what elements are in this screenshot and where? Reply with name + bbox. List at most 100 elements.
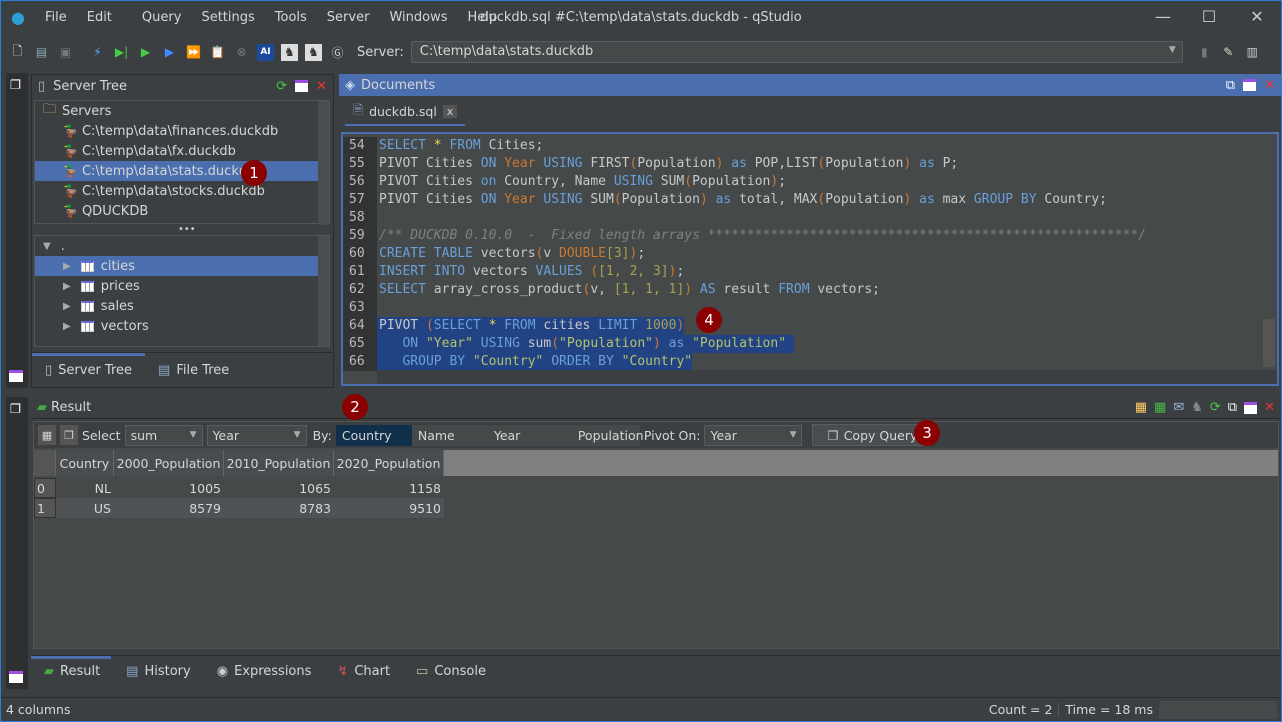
- duck-icon[interactable]: ♞: [1191, 400, 1203, 415]
- run-icon[interactable]: ▶: [137, 44, 154, 61]
- editor-vscrollbar[interactable]: [1263, 319, 1275, 367]
- tab-duckdb-sql[interactable]: 🗎 duckdb.sql x: [345, 99, 466, 126]
- tab-close-button[interactable]: x: [442, 105, 458, 118]
- column-header[interactable]: 2000_Population: [114, 450, 224, 476]
- run-all-icon[interactable]: ⏩: [185, 44, 202, 61]
- maximize-panel-icon[interactable]: [1244, 401, 1258, 414]
- server-copy-icon[interactable]: ▮: [1196, 44, 1213, 61]
- copy-icon[interactable]: ❐: [60, 425, 78, 445]
- code-line: 61 INSERT INTO vectors VALUES ([1, 2, 3])…: [343, 263, 1277, 281]
- by-column-item[interactable]: Year: [488, 425, 564, 446]
- tab-expressions[interactable]: ◉ Expressions: [204, 657, 325, 687]
- code-token: GROUP BY: [973, 192, 1045, 207]
- table-row[interactable]: 0 NL 1005 1065 1158: [34, 478, 444, 498]
- schema-scrollbar[interactable]: [318, 236, 329, 346]
- new-file-icon[interactable]: 🗋: [9, 44, 26, 61]
- export-icon[interactable]: ▦: [1135, 400, 1147, 415]
- minimize-button[interactable]: —: [1143, 7, 1183, 26]
- clipboard-icon[interactable]: 📋: [209, 44, 226, 61]
- tab-console[interactable]: ▭ Console: [403, 657, 499, 687]
- collapsed-triangle-icon[interactable]: ▶: [63, 261, 71, 272]
- by-column-item[interactable]: Country: [335, 424, 412, 446]
- tab-file-tree[interactable]: ▤ File Tree: [145, 355, 242, 385]
- menu-tools[interactable]: Tools: [265, 10, 317, 25]
- table-label: sales: [100, 298, 134, 314]
- by-column-item[interactable]: Name: [412, 425, 488, 446]
- code-token: USING: [543, 156, 591, 171]
- server-settings-icon[interactable]: ▥: [1244, 44, 1261, 61]
- editor-hscrollbar[interactable]: [377, 370, 1277, 384]
- pivot-on-select[interactable]: Year ▼: [704, 424, 803, 446]
- aggregate-select[interactable]: sum ▼: [124, 424, 203, 446]
- column-header[interactable]: 2020_Population: [334, 450, 444, 476]
- console-icon: ▭: [416, 664, 429, 679]
- server-item[interactable]: 🦆 C:\temp\data\finances.duckdb: [35, 121, 319, 141]
- run-selection-icon[interactable]: ▶: [161, 44, 178, 61]
- excel-icon[interactable]: ▦: [1154, 400, 1166, 415]
- table-row[interactable]: 1 US 8579 8783 9510: [34, 498, 444, 518]
- undock-icon[interactable]: ⧉: [1228, 400, 1237, 415]
- refresh-icon[interactable]: ⟳: [1210, 400, 1221, 415]
- run-line-icon[interactable]: ▶|: [113, 44, 130, 61]
- table-item[interactable]: ▶ vectors: [35, 316, 318, 336]
- tab-server-tree[interactable]: ▯ Server Tree: [32, 355, 145, 385]
- servers-scrollbar[interactable]: [318, 101, 329, 225]
- duck-alert-icon[interactable]: ♞: [281, 43, 298, 61]
- duck-add-icon[interactable]: ♞: [305, 43, 322, 61]
- undock-icon[interactable]: ⧉: [1226, 78, 1235, 93]
- code-editor[interactable]: 54 SELECT * FROM Cities; 55 PIVOT Cities ON…: [341, 132, 1279, 386]
- close-panel-icon[interactable]: ✕: [316, 79, 327, 94]
- maximize-panel-icon[interactable]: [295, 80, 309, 92]
- by-column-item[interactable]: Population: [564, 425, 644, 446]
- column-header[interactable]: 2010_Population: [224, 450, 334, 476]
- collapsed-triangle-icon[interactable]: ▶: [63, 301, 71, 312]
- connect-icon[interactable]: ⚡: [89, 44, 106, 61]
- dock-restore-icon[interactable]: [9, 671, 23, 683]
- server-item[interactable]: 🦆 C:\temp\data\stocks.duckdb: [35, 181, 319, 201]
- server-select[interactable]: C:\temp\data\stats.duckdb ▼: [410, 41, 1183, 63]
- menu-windows[interactable]: Windows: [379, 10, 457, 25]
- server-item[interactable]: 🦆 C:\temp\data\fx.duckdb: [35, 141, 319, 161]
- close-panel-icon[interactable]: ✕: [1264, 400, 1275, 415]
- table-item[interactable]: ▶ cities: [35, 256, 318, 276]
- email-icon[interactable]: ✉: [1173, 400, 1184, 415]
- tab-history[interactable]: ▤ History: [113, 657, 204, 687]
- aggregate-column-select[interactable]: Year ▼: [206, 424, 307, 446]
- close-button[interactable]: ✕: [1237, 7, 1277, 26]
- save-icon[interactable]: ▣: [57, 44, 74, 61]
- schema-root[interactable]: ▼.: [35, 236, 329, 256]
- server-item[interactable]: 🦆 C:\temp\data\stats.duckdb: [35, 161, 319, 181]
- table-cell: US: [93, 500, 111, 516]
- tab-result[interactable]: ▰ Result: [31, 657, 113, 687]
- server-item[interactable]: 🦆 QDUCKDB: [35, 201, 319, 221]
- splitter-handle[interactable]: •••: [178, 224, 196, 235]
- tab-chart[interactable]: ↯ Chart: [324, 657, 403, 687]
- collapsed-triangle-icon[interactable]: ▶: [63, 281, 71, 292]
- collapsed-triangle-icon[interactable]: ▶: [63, 321, 71, 332]
- table-item[interactable]: ▶ sales: [35, 296, 318, 316]
- table-view-icon[interactable]: ▦: [38, 425, 56, 445]
- copy-query-button[interactable]: ❐ Copy Query: [812, 424, 931, 446]
- ai-icon[interactable]: AI: [257, 43, 274, 61]
- dock-windows-icon[interactable]: ❐: [10, 77, 21, 92]
- menu-server[interactable]: Server: [317, 10, 380, 25]
- menu-edit[interactable]: Edit: [77, 10, 122, 25]
- dock-restore-icon[interactable]: [9, 370, 23, 382]
- maximize-panel-icon[interactable]: [1243, 79, 1257, 91]
- menu-query[interactable]: Query: [132, 10, 192, 25]
- cancel-icon[interactable]: ⊗: [233, 44, 250, 61]
- refresh-icon[interactable]: ⟳: [276, 79, 287, 94]
- table-item[interactable]: ▶ prices: [35, 276, 318, 296]
- code-line: 59/** DUCKDB 0.10.0 - Fixed length array…: [343, 227, 1277, 245]
- open-file-icon[interactable]: ▤: [33, 44, 50, 61]
- close-panel-icon[interactable]: ✕: [1264, 78, 1275, 93]
- column-header[interactable]: Country: [56, 450, 114, 476]
- g-icon[interactable]: Ⓖ: [329, 44, 346, 61]
- menu-file[interactable]: File: [35, 10, 77, 25]
- servers-root[interactable]: 🗀 Servers: [35, 101, 329, 121]
- maximize-button[interactable]: ☐: [1189, 7, 1229, 26]
- dock-windows-icon[interactable]: ❐: [10, 401, 21, 416]
- server-edit-icon[interactable]: ✎: [1220, 44, 1237, 61]
- menu-settings[interactable]: Settings: [191, 10, 264, 25]
- menu-help[interactable]: Help: [457, 10, 507, 25]
